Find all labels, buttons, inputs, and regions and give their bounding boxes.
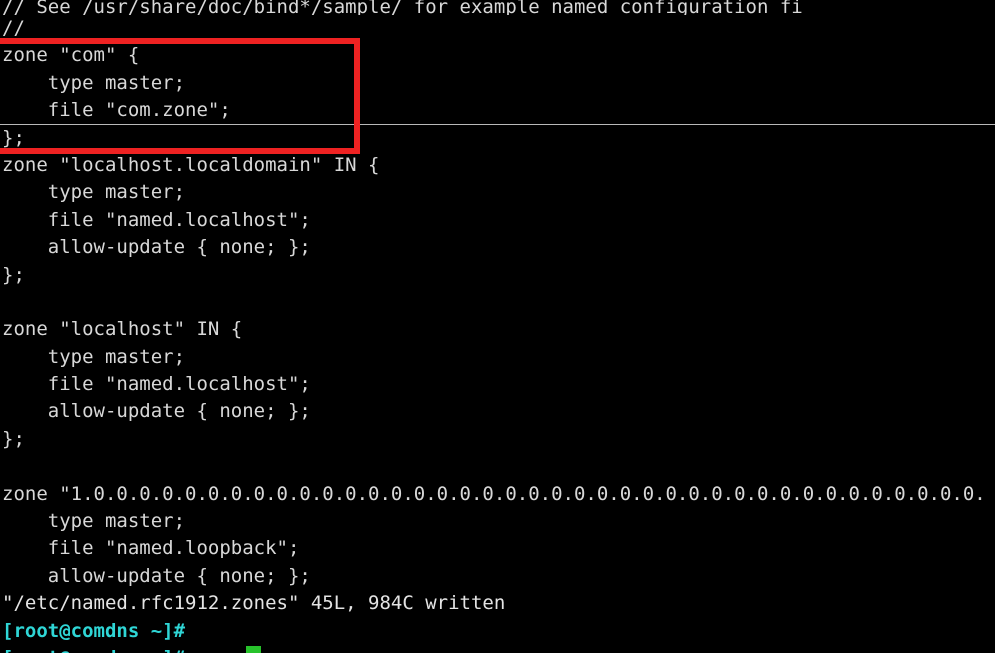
terminal-line-zone-loopback-open: zone "1.0.0.0.0.0.0.0.0.0.0.0.0.0.0.0.0.… bbox=[2, 482, 986, 505]
terminal-line-zone-loopback-type: type master; bbox=[2, 510, 186, 533]
shell-prompt[interactable]: [root@comdns ~]# bbox=[0, 618, 995, 645]
terminal-line-zone-localhost-open: zone "localhost" IN { bbox=[2, 318, 243, 341]
terminal-window[interactable]: // See /usr/share/doc/bind*/sample/ for … bbox=[0, 0, 995, 653]
terminal-line-zone-com-type: type master; bbox=[2, 71, 186, 94]
terminal-line-zone-localdomain-open: zone "localhost.localdomain" IN { bbox=[2, 153, 380, 176]
terminal-line-comment-empty: // bbox=[2, 17, 25, 39]
terminal-line-zone-localhost-file: file "named.localhost"; bbox=[2, 373, 311, 396]
terminal-line-zone-localhost-allow-update: allow-update { none; }; bbox=[2, 400, 311, 423]
terminal-line-zone-localdomain-close: }; bbox=[2, 263, 25, 286]
terminal-screen: // See /usr/share/doc/bind*/sample/ for … bbox=[0, 0, 995, 653]
terminal-line-zone-com-open: zone "com" { bbox=[2, 44, 140, 67]
terminal-line-zone-localdomain-allow-update: allow-update { none; }; bbox=[2, 236, 311, 259]
text-cursor bbox=[246, 646, 261, 653]
terminal-line-blank-1 bbox=[0, 289, 995, 316]
terminal-line-zone-loopback-allow-update: allow-update { none; }; bbox=[2, 564, 311, 587]
terminal-line-zone-com-close: }; bbox=[2, 126, 25, 149]
terminal-line-zone-localhost-close: }; bbox=[2, 427, 25, 450]
terminal-line-zone-com-file: file "com.zone"; bbox=[2, 99, 231, 122]
vim-status-line: "/etc/named.rfc1912.zones" 45L, 984C wri… bbox=[2, 592, 506, 615]
shell-prompt-partial[interactable]: [root@comdns ~]# bbox=[0, 645, 995, 653]
terminal-line-comment-see-doc: // See /usr/share/doc/bind*/sample/ for … bbox=[2, 0, 803, 15]
terminal-line-zone-localhost-type: type master; bbox=[2, 345, 186, 368]
terminal-line-blank-2 bbox=[0, 453, 995, 480]
terminal-line-zone-localdomain-file: file "named.localhost"; bbox=[2, 208, 311, 231]
terminal-line-zone-loopback-file: file "named.loopback"; bbox=[2, 537, 300, 560]
terminal-line-zone-localdomain-type: type master; bbox=[2, 181, 186, 204]
